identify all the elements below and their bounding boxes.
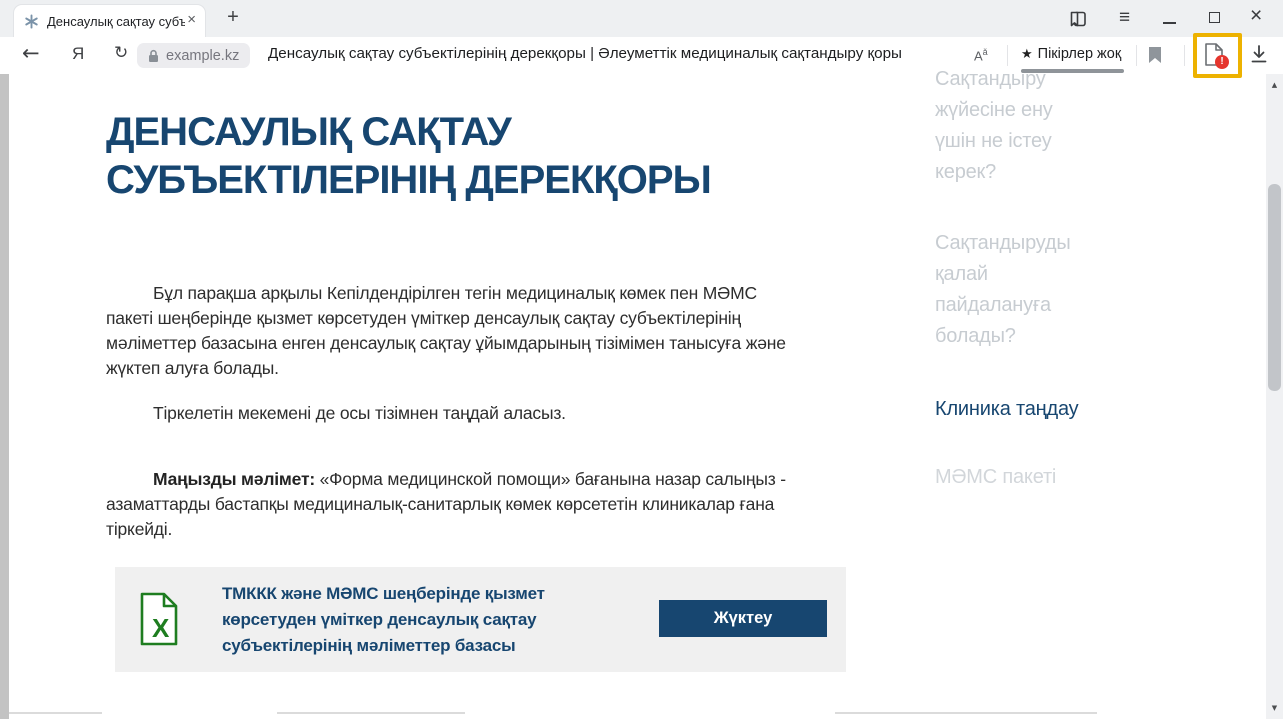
scrollbar-thumb[interactable]: [1268, 184, 1281, 391]
bookmark-icon[interactable]: [1148, 46, 1162, 64]
reviews-label: Пікірлер жоқ: [1038, 46, 1122, 62]
download-icon[interactable]: [1249, 44, 1269, 66]
scrollbar[interactable]: ▲ ▼: [1266, 74, 1283, 719]
page-edge-strip: [0, 74, 9, 719]
browser-window: Денсаулық сақтау субъ × + ≡ × ← Я ↻ exam…: [0, 0, 1283, 719]
refresh-icon[interactable]: ↻: [114, 43, 128, 63]
download-card: X ТМККК және МӘМС шеңберінде қызмет көрс…: [115, 567, 846, 672]
omnibox-page-title[interactable]: Денсаулық сақтау субъектілерінің дерекқо…: [268, 45, 902, 62]
menu-icon[interactable]: ≡: [1119, 7, 1130, 29]
toolbar-divider: [1184, 45, 1185, 66]
translate-icon[interactable]: Aǎ: [974, 47, 988, 63]
page-viewport: ДЕНСАУЛЫҚ САҚТАУ СУБЪЕКТІЛЕРІНІҢ ДЕРЕКҚО…: [0, 74, 1283, 719]
active-tab[interactable]: Денсаулық сақтау субъ ×: [13, 4, 206, 37]
minimize-icon[interactable]: [1163, 22, 1176, 24]
paragraph-important: Маңызды мәлімет: «Форма медицинской помо…: [106, 467, 806, 542]
window-close-icon[interactable]: ×: [1250, 4, 1262, 28]
toolbar-divider: [1007, 45, 1008, 66]
url-host-pill[interactable]: example.kz: [137, 43, 250, 68]
back-icon[interactable]: ←: [22, 41, 40, 65]
tab-strip: Денсаулық сақтау субъ × + ≡ ×: [0, 0, 1283, 37]
download-description: ТМККК және МӘМС шеңберінде қызмет көрсет…: [222, 581, 612, 659]
scroll-up-icon[interactable]: ▲: [1266, 81, 1283, 89]
collections-icon[interactable]: [1068, 9, 1088, 29]
page-info-button[interactable]: !: [1203, 42, 1229, 70]
maximize-icon[interactable]: [1209, 12, 1220, 23]
reviews-button[interactable]: ★ Пікірлер жоқ: [1021, 46, 1121, 62]
site-favicon-icon: [24, 14, 39, 29]
page-heading: ДЕНСАУЛЫҚ САҚТАУ СУБЪЕКТІЛЕРІНІҢ ДЕРЕКҚО…: [106, 108, 826, 204]
translate-letter: A: [974, 48, 983, 63]
download-button[interactable]: Жүктеу: [659, 600, 827, 637]
alert-badge: !: [1215, 55, 1229, 69]
toolbar-divider: [1136, 45, 1137, 66]
new-tab-icon[interactable]: +: [222, 6, 244, 29]
sidebar-link-mams-package[interactable]: МӘМС пакеті: [935, 462, 1090, 493]
tab-title: Денсаулық сақтау субъ: [47, 14, 185, 29]
star-icon: ★: [1021, 46, 1033, 61]
paragraph-register: Тіркелетін мекемені де осы тізімнен таңд…: [106, 401, 806, 426]
scroll-down-icon[interactable]: ▼: [1266, 704, 1283, 712]
yandex-icon[interactable]: Я: [72, 44, 84, 64]
svg-text:X: X: [152, 613, 170, 643]
url-host: example.kz: [166, 48, 239, 64]
tab-close-icon[interactable]: ×: [187, 11, 196, 28]
important-label: Маңызды мәлімет:: [153, 469, 315, 489]
browser-toolbar: ← Я ↻ example.kz Денсаулық сақтау субъек…: [0, 37, 1283, 75]
sidebar-link-clinic-select[interactable]: Клиника таңдау: [935, 394, 1090, 425]
translate-small-letter: ǎ: [983, 47, 988, 57]
excel-file-icon: X: [137, 592, 181, 646]
lock-icon: [148, 49, 159, 63]
sidebar-link-insurance-use[interactable]: Сақтандыруды қалай пайдалануға болады?: [935, 228, 1090, 352]
footer-divider: [9, 712, 102, 714]
sidebar-link-insurance-join[interactable]: Сақтандыру жүйесіне ену үшін не істеу ке…: [935, 64, 1090, 188]
footer-divider: [835, 712, 1097, 714]
footer-divider: [277, 712, 465, 714]
paragraph-intro: Бұл парақша арқылы Кепілдендірілген тегі…: [106, 281, 806, 381]
